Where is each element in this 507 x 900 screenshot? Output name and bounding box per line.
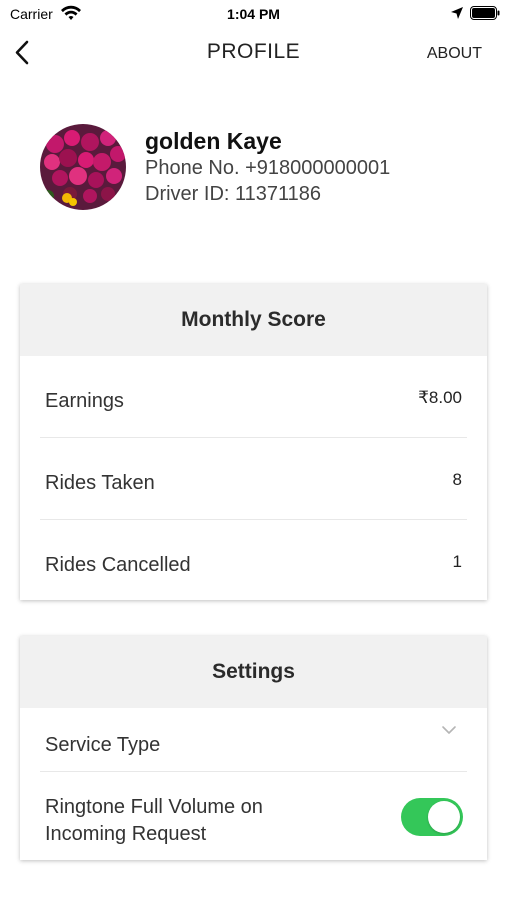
earnings-label: Earnings	[45, 390, 124, 412]
settings-card: Settings Service Type Ringtone Full Volu…	[20, 636, 487, 860]
score-row-earnings: Earnings ₹8.00	[40, 356, 467, 438]
status-bar: Carrier 1:04 PM	[0, 0, 507, 28]
profile-screen: Carrier 1:04 PM PROFILE ABOUT golden Kay…	[0, 0, 507, 900]
earnings-value: ₹8.00	[418, 388, 462, 407]
rides-taken-label: Rides Taken	[45, 472, 155, 494]
rides-cancelled-label: Rides Cancelled	[45, 554, 191, 576]
monthly-score-title: Monthly Score	[20, 284, 487, 356]
avatar	[40, 124, 126, 210]
score-row-rides-cancelled: Rides Cancelled 1	[40, 520, 467, 601]
rides-cancelled-value: 1	[452, 552, 462, 571]
driver-id: Driver ID: 11371186	[145, 183, 322, 205]
monthly-score-card: Monthly Score Earnings ₹8.00 Rides Taken…	[20, 284, 487, 600]
nav-bar: PROFILE ABOUT	[0, 28, 507, 80]
ringtone-setting-row: Ringtone Full Volume on Incoming Request	[40, 772, 467, 860]
rides-taken-value: 8	[452, 470, 462, 489]
settings-title: Settings	[20, 636, 487, 708]
status-time: 1:04 PM	[227, 6, 280, 22]
chevron-down-icon	[442, 726, 456, 734]
driver-name: golden Kaye	[145, 128, 282, 154]
battery-icon	[470, 6, 500, 20]
flower-avatar-image	[40, 124, 126, 210]
location-arrow-icon	[451, 7, 463, 19]
ringtone-label: Ringtone Full Volume on Incoming Request	[45, 796, 263, 845]
about-button[interactable]: ABOUT	[427, 45, 482, 63]
ringtone-toggle[interactable]	[401, 798, 463, 836]
score-row-rides-taken: Rides Taken 8	[40, 438, 467, 520]
service-type-label: Service Type	[45, 734, 161, 756]
service-type-dropdown[interactable]: Service Type	[40, 708, 467, 772]
toggle-knob	[428, 801, 460, 833]
profile-header: golden Kaye Phone No. +918000000001 Driv…	[40, 124, 480, 214]
phone-number: Phone No. +918000000001	[145, 157, 391, 179]
